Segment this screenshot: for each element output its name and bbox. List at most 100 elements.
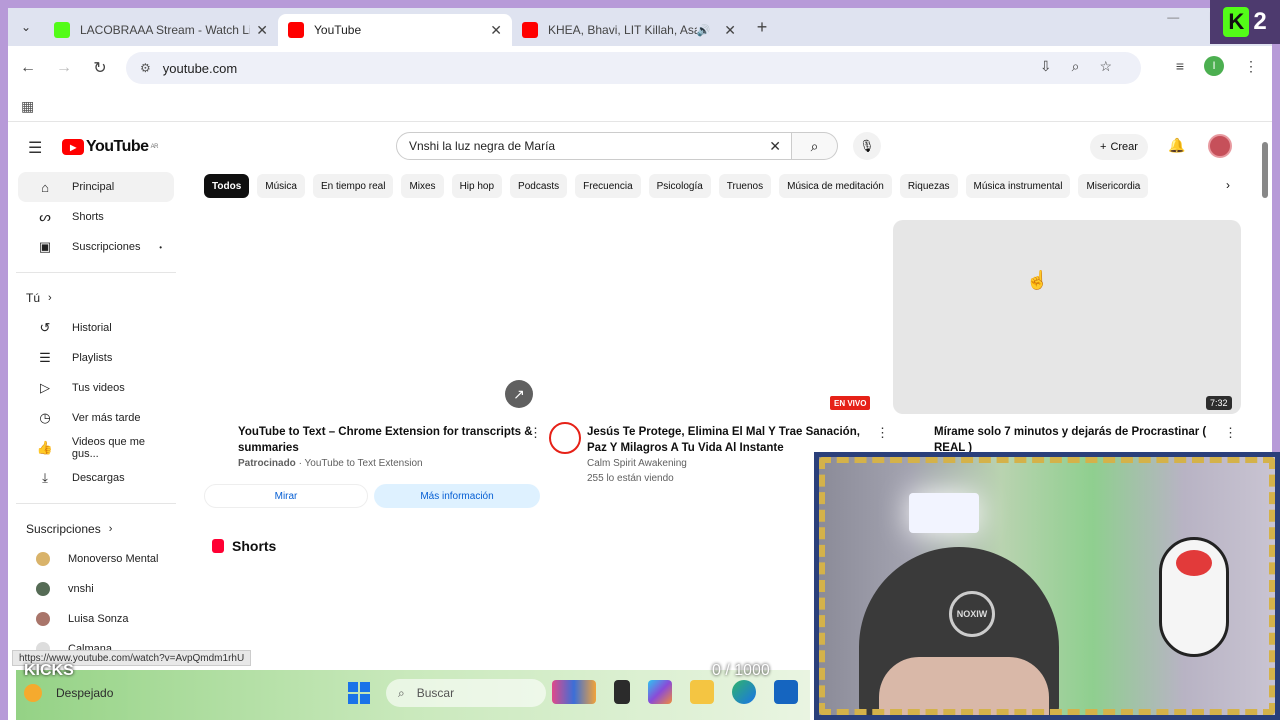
windows-start-icon[interactable] <box>348 682 370 704</box>
sidebar-item-historial[interactable]: ↺ Historial <box>18 313 174 343</box>
tab-close-icon[interactable]: ✕ <box>724 22 736 39</box>
youtube-favicon-icon <box>288 22 304 38</box>
tab-search-dropdown-icon[interactable]: ⌄ <box>8 8 44 46</box>
video-meta: Patrocinado · YouTube to Text Extension <box>238 458 423 469</box>
sidebar-item-tus-videos[interactable]: ▷ Tus videos <box>18 373 174 403</box>
back-icon[interactable]: ← <box>12 52 44 84</box>
weather-widget[interactable]: Despejado <box>24 684 113 702</box>
chip[interactable]: Hip hop <box>451 174 503 198</box>
sidebar-item-subscription[interactable]: Luisa Sonza <box>18 604 174 634</box>
chip[interactable]: Misericordia <box>1078 174 1149 198</box>
kick-viewer-badge: K 2 <box>1210 0 1280 44</box>
mic-icon: 🎙 <box>859 139 875 153</box>
reload-icon[interactable]: ↻ <box>84 52 116 84</box>
video-card-ad[interactable]: YouTube to Text – Chrome Extension for t… <box>238 424 538 471</box>
copilot-icon[interactable] <box>648 680 672 704</box>
speaker-icon[interactable]: 🔊 <box>697 24 711 37</box>
hamburger-menu-icon[interactable]: ☰ <box>28 138 42 158</box>
sidebar-item-subscription[interactable]: vnshi <box>18 574 174 604</box>
kick-viewer-count: 2 <box>1253 8 1267 35</box>
more-options-icon[interactable]: ⋮ <box>876 425 889 441</box>
chip[interactable]: Frecuencia <box>575 174 641 198</box>
create-button[interactable]: + Crear <box>1090 134 1148 160</box>
search-value: Vnshi la luz negra de María <box>409 139 556 153</box>
menu-kebab-icon[interactable]: ⋮ <box>1244 58 1258 75</box>
sidebar-item-subscription[interactable]: Monoverso Mental <box>18 544 174 574</box>
playlists-icon: ☰ <box>39 350 51 365</box>
taskbar-apps <box>552 680 798 704</box>
chip[interactable]: Música de meditación <box>779 174 892 198</box>
downloads-icon: ⤓ <box>42 470 48 485</box>
chip[interactable]: Truenos <box>718 174 772 198</box>
sidebar-item-suscripciones[interactable]: ▣ Suscripciones • <box>18 232 174 262</box>
new-content-dot-icon: • <box>159 242 162 252</box>
video-thumbnail[interactable] <box>893 220 1241 414</box>
profile-avatar[interactable]: I <box>1204 56 1224 76</box>
watch-button[interactable]: Mirar <box>204 484 368 508</box>
tab-close-icon[interactable]: ✕ <box>256 22 268 39</box>
chip[interactable]: Psicología <box>648 174 711 198</box>
site-info-icon[interactable]: ⚙ <box>140 61 151 75</box>
voice-search-button[interactable]: 🎙 <box>853 132 881 160</box>
minimize-icon[interactable]: — <box>1167 10 1179 24</box>
sidebar-item-principal[interactable]: ⌂ Principal <box>18 172 174 202</box>
sidebar-item-liked-videos[interactable]: 👍 Videos que me gus... <box>18 433 174 463</box>
tab-close-icon[interactable]: ✕ <box>490 22 502 39</box>
chevron-right-icon[interactable]: › <box>1226 178 1230 192</box>
zoom-icon[interactable]: ⌕ <box>1072 58 1080 75</box>
shorts-icon: ᔕ <box>39 209 51 224</box>
sidebar-item-ver-mas-tarde[interactable]: ◷ Ver más tarde <box>18 403 174 433</box>
channel-name[interactable]: YouTube to Text Extension <box>305 458 423 469</box>
shorts-title: Shorts <box>232 538 277 554</box>
install-app-icon[interactable]: ⇩ <box>1040 58 1052 75</box>
chip[interactable]: Música instrumental <box>965 174 1071 198</box>
search-button[interactable]: ⌕ <box>792 132 838 160</box>
media-control-icon[interactable]: ≡ <box>1176 58 1184 74</box>
stream-frame-left <box>0 0 8 720</box>
more-options-icon[interactable]: ⋮ <box>1224 425 1237 441</box>
chip[interactable]: Riquezas <box>899 174 958 198</box>
address-bar[interactable]: ⚙ youtube.com <box>126 52 1141 84</box>
more-info-button[interactable]: Más información <box>374 484 540 508</box>
shorts-section-header: Shorts <box>212 538 276 554</box>
browser-tab-bar: ⌄ LACOBRAAA Stream - Watch Li ✕ YouTube … <box>8 8 1272 46</box>
chip[interactable]: Podcasts <box>510 174 568 198</box>
channel-avatar[interactable] <box>549 422 581 454</box>
tab-khea-video[interactable]: KHEA, Bhavi, LIT Killah, Asar 🔊 ✕ <box>512 14 746 46</box>
sidebar-subscriptions-header[interactable]: Suscripciones › <box>8 514 184 544</box>
external-link-icon[interactable]: ↗ <box>505 380 533 408</box>
plus-icon: + <box>1100 141 1107 153</box>
stream-frame-right <box>1272 0 1280 460</box>
taskbar-search[interactable]: ⌕ Buscar <box>386 679 546 707</box>
bookmark-star-icon[interactable]: ☆ <box>1099 58 1112 75</box>
your-videos-icon: ▷ <box>40 380 50 395</box>
file-explorer-icon[interactable] <box>690 680 714 704</box>
store-icon[interactable] <box>774 680 798 704</box>
chip[interactable]: Música <box>257 174 305 198</box>
liked-icon: 👍 <box>36 440 53 455</box>
video-title[interactable]: YouTube to Text – Chrome Extension for t… <box>238 424 538 456</box>
divider <box>16 272 176 273</box>
page-scrollbar[interactable] <box>1262 142 1268 198</box>
tab-youtube[interactable]: YouTube ✕ <box>278 14 512 46</box>
sidebar-item-descargas[interactable]: ⤓ Descargas <box>18 463 174 493</box>
sidebar-you-header[interactable]: Tú › <box>8 283 184 313</box>
youtube-logo[interactable]: ▶ YouTube AR <box>62 138 158 156</box>
edge-icon[interactable] <box>732 680 756 704</box>
new-tab-icon[interactable]: + <box>746 11 778 43</box>
app-widget-icon[interactable] <box>552 680 596 704</box>
sidebar-item-shorts[interactable]: ᔕ Shorts <box>18 202 174 232</box>
forward-icon[interactable]: → <box>48 52 80 84</box>
account-avatar[interactable] <box>1208 134 1232 158</box>
more-options-icon[interactable]: ⋮ <box>529 425 542 441</box>
task-view-icon[interactable] <box>614 680 630 704</box>
notifications-bell-icon[interactable]: 🔔 <box>1168 137 1185 154</box>
apps-grid-icon[interactable]: ▦ <box>21 98 34 115</box>
clear-search-icon[interactable]: ✕ <box>769 138 781 155</box>
sidebar-item-playlists[interactable]: ☰ Playlists <box>18 343 174 373</box>
chip-todos[interactable]: Todos <box>204 174 250 198</box>
chip[interactable]: Mixes <box>401 174 444 198</box>
tab-kick-stream[interactable]: LACOBRAAA Stream - Watch Li ✕ <box>44 14 278 46</box>
chip[interactable]: En tiempo real <box>312 174 394 198</box>
search-input[interactable]: Vnshi la luz negra de María ✕ <box>396 132 792 160</box>
